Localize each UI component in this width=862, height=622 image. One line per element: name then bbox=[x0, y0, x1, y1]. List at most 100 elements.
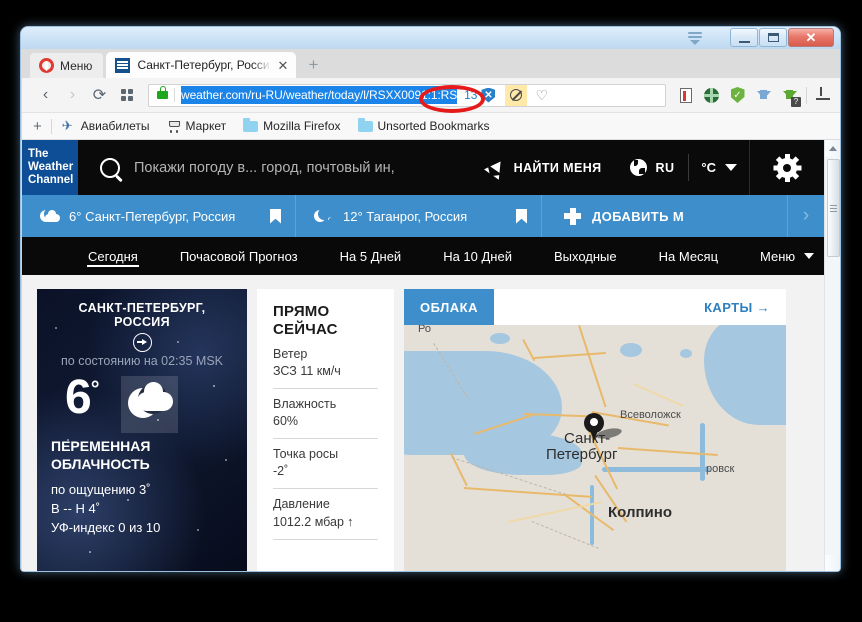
map-river-neva bbox=[602, 467, 710, 472]
maximize-button[interactable] bbox=[759, 28, 787, 47]
reload-button[interactable]: ⟳ bbox=[86, 82, 113, 109]
bookmark-icon[interactable] bbox=[516, 208, 527, 224]
map-road bbox=[534, 351, 606, 359]
add-bookmark-button[interactable]: + bbox=[33, 118, 42, 135]
close-button[interactable]: ✕ bbox=[788, 28, 834, 47]
add-location-button[interactable]: ДОБАВИТЬ М bbox=[542, 195, 787, 237]
tab-5-day[interactable]: На 5 Дней bbox=[319, 237, 423, 275]
hero-as-of: по состоянию на 02:35 MSK bbox=[61, 354, 223, 368]
map-label: Всеволожск bbox=[620, 409, 681, 421]
adguard-shield-icon[interactable]: ✓ bbox=[729, 87, 746, 104]
gear-icon bbox=[773, 153, 802, 182]
hero-city-name: САНКТ-ПЕТЕРБУРГ, РОССИЯ bbox=[78, 301, 206, 329]
cart-icon bbox=[167, 120, 181, 133]
right-now-title-line-2: СЕЙЧАС bbox=[273, 321, 338, 338]
map-image[interactable]: Ро Всеволожск ровск Санкт- Петербург Кол… bbox=[404, 325, 786, 571]
weather-channel-favicon bbox=[115, 57, 131, 73]
opera-browser: Меню Санкт-Петербург, Россия ✕ + ‹ › ⟳ w… bbox=[22, 49, 840, 571]
scroll-up-button[interactable] bbox=[825, 140, 840, 157]
map-water-lake-1 bbox=[620, 343, 642, 357]
address-bar[interactable]: weather.com/ru-RU/weather/today/l/RSXX00… bbox=[148, 83, 666, 107]
hero-temp-row: 6° bbox=[51, 372, 233, 433]
right-now-title: ПРЯМО СЕЙЧАС bbox=[273, 303, 378, 339]
share-icon[interactable] bbox=[132, 333, 152, 352]
aero-peek-icon[interactable] bbox=[686, 29, 704, 47]
chevron-down-icon bbox=[725, 164, 737, 171]
row-value: 1012.2 мбар ↑ bbox=[273, 514, 354, 529]
scrollbar-thumb[interactable] bbox=[827, 159, 840, 257]
hero-temperature: 6° bbox=[65, 371, 99, 424]
back-button[interactable]: ‹ bbox=[32, 82, 59, 109]
tab-menu[interactable]: Меню bbox=[739, 237, 824, 275]
bookmarks-bar: + ✈ Авиабилеты Маркет Mozilla Firefox Un… bbox=[22, 113, 840, 140]
find-me-button[interactable]: НАЙТИ МЕНЯ bbox=[473, 140, 616, 195]
adblock-button[interactable] bbox=[505, 84, 528, 106]
map-label: ровск bbox=[706, 463, 735, 475]
heart-icon[interactable]: ♡ bbox=[535, 88, 548, 102]
map-tab-clouds[interactable]: ОБЛАКА bbox=[404, 289, 494, 325]
next-location-button[interactable]: › bbox=[787, 195, 824, 237]
bookmark-folder-unsorted[interactable]: Unsorted Bookmarks bbox=[357, 117, 490, 133]
site-logo[interactable]: The Weather Channel bbox=[22, 140, 78, 195]
tab-10-day[interactable]: На 10 Дней bbox=[422, 237, 533, 275]
bookmark-folder-mozilla-firefox[interactable]: Mozilla Firefox bbox=[243, 117, 341, 133]
partly-cloudy-night-icon bbox=[40, 207, 60, 224]
search-icon bbox=[100, 157, 120, 178]
right-now-row-humidity: Влажность 60% bbox=[273, 389, 378, 439]
download-blue-icon[interactable] bbox=[755, 87, 772, 104]
page-scrollbar[interactable] bbox=[824, 140, 840, 571]
current-conditions-card: САНКТ-ПЕТЕРБУРГ, РОССИЯ по состоянию на … bbox=[37, 289, 247, 571]
bookmarks-divider bbox=[50, 118, 52, 134]
radar-map-card: ОБЛАКА КАРТЫ → Ро Всеволожск ровск Санкт… bbox=[404, 289, 786, 571]
tab-weekend[interactable]: Выходные bbox=[533, 237, 638, 275]
add-location-label: ДОБАВИТЬ М bbox=[592, 208, 685, 224]
url-text[interactable]: weather.com/ru-RU/weather/today/l/RSXX00… bbox=[181, 86, 458, 104]
map-label-city: Петербург bbox=[546, 446, 618, 463]
maps-link[interactable]: КАРТЫ → bbox=[704, 289, 786, 325]
tab-monthly[interactable]: На Месяц bbox=[638, 237, 739, 275]
bookmark-icon[interactable] bbox=[270, 208, 281, 224]
speed-dial-button[interactable] bbox=[113, 82, 140, 109]
right-now-row-wind: Ветер ЗСЗ 11 км/ч bbox=[273, 339, 378, 389]
pocket-icon[interactable] bbox=[677, 87, 694, 104]
opera-menu-button[interactable]: Меню bbox=[30, 53, 104, 78]
block-icon bbox=[510, 89, 523, 101]
tab-today[interactable]: Сегодня bbox=[67, 237, 159, 275]
download-green-icon[interactable]: ? bbox=[781, 87, 801, 107]
extension-icons: ✓ ? bbox=[677, 87, 801, 107]
scroll-down-button[interactable] bbox=[825, 555, 840, 571]
pressure-trend-icon: ↑ bbox=[346, 514, 354, 529]
bookmark-item-aviabilety[interactable]: ✈ Авиабилеты bbox=[62, 119, 150, 133]
globe-icon[interactable] bbox=[703, 87, 720, 104]
logo-line-3: Channel bbox=[28, 174, 74, 186]
bookmark-item-market[interactable]: Маркет bbox=[167, 119, 226, 133]
grid-icon bbox=[120, 89, 133, 101]
site-nav-tabs: Сегодня Почасовой Прогноз На 5 Дней На 1… bbox=[22, 237, 824, 275]
plane-icon: ✈ bbox=[61, 118, 73, 133]
partly-cloudy-night-large-icon bbox=[120, 376, 178, 433]
row-value: ЗСЗ 11 км/ч bbox=[273, 364, 341, 378]
browser-tab[interactable]: Санкт-Петербург, Россия ✕ bbox=[106, 52, 297, 78]
minimize-button[interactable] bbox=[730, 28, 758, 47]
opera-logo-icon bbox=[39, 58, 54, 73]
settings-button[interactable] bbox=[749, 140, 824, 195]
map-road bbox=[578, 325, 607, 408]
downloads-tray-icon[interactable] bbox=[815, 86, 833, 104]
window-titlebar[interactable]: ✕ bbox=[21, 27, 840, 49]
language-selector[interactable]: RU bbox=[616, 140, 689, 195]
location-card-taganrog[interactable]: 12° Таганрог, Россия bbox=[296, 195, 542, 237]
location-label: 12° Таганрог, Россия bbox=[343, 208, 468, 224]
map-water-lake-2 bbox=[490, 333, 510, 344]
new-tab-button[interactable]: + bbox=[300, 52, 326, 78]
forward-button[interactable]: › bbox=[59, 82, 86, 109]
tab-close-icon[interactable]: ✕ bbox=[278, 59, 289, 72]
hero-details: по ощущению 3˚ В -- Н 4˚ УФ-индекс 0 из … bbox=[51, 480, 233, 537]
location-pin-icon[interactable] bbox=[584, 413, 604, 441]
location-card-spb[interactable]: 6° Санкт-Петербург, Россия bbox=[22, 195, 296, 237]
bookmark-label: Unsorted Bookmarks bbox=[377, 119, 490, 133]
hero-condition: ПЕРЕМЕННАЯ ОБЛАЧНОСТЬ bbox=[51, 437, 233, 473]
logo-line-1: The bbox=[28, 148, 49, 160]
units-selector[interactable]: °C bbox=[689, 140, 749, 195]
tab-hourly[interactable]: Почасовой Прогноз bbox=[159, 237, 319, 275]
search-field[interactable]: Покажи погоду в... город, почтовый ин, bbox=[78, 140, 473, 195]
